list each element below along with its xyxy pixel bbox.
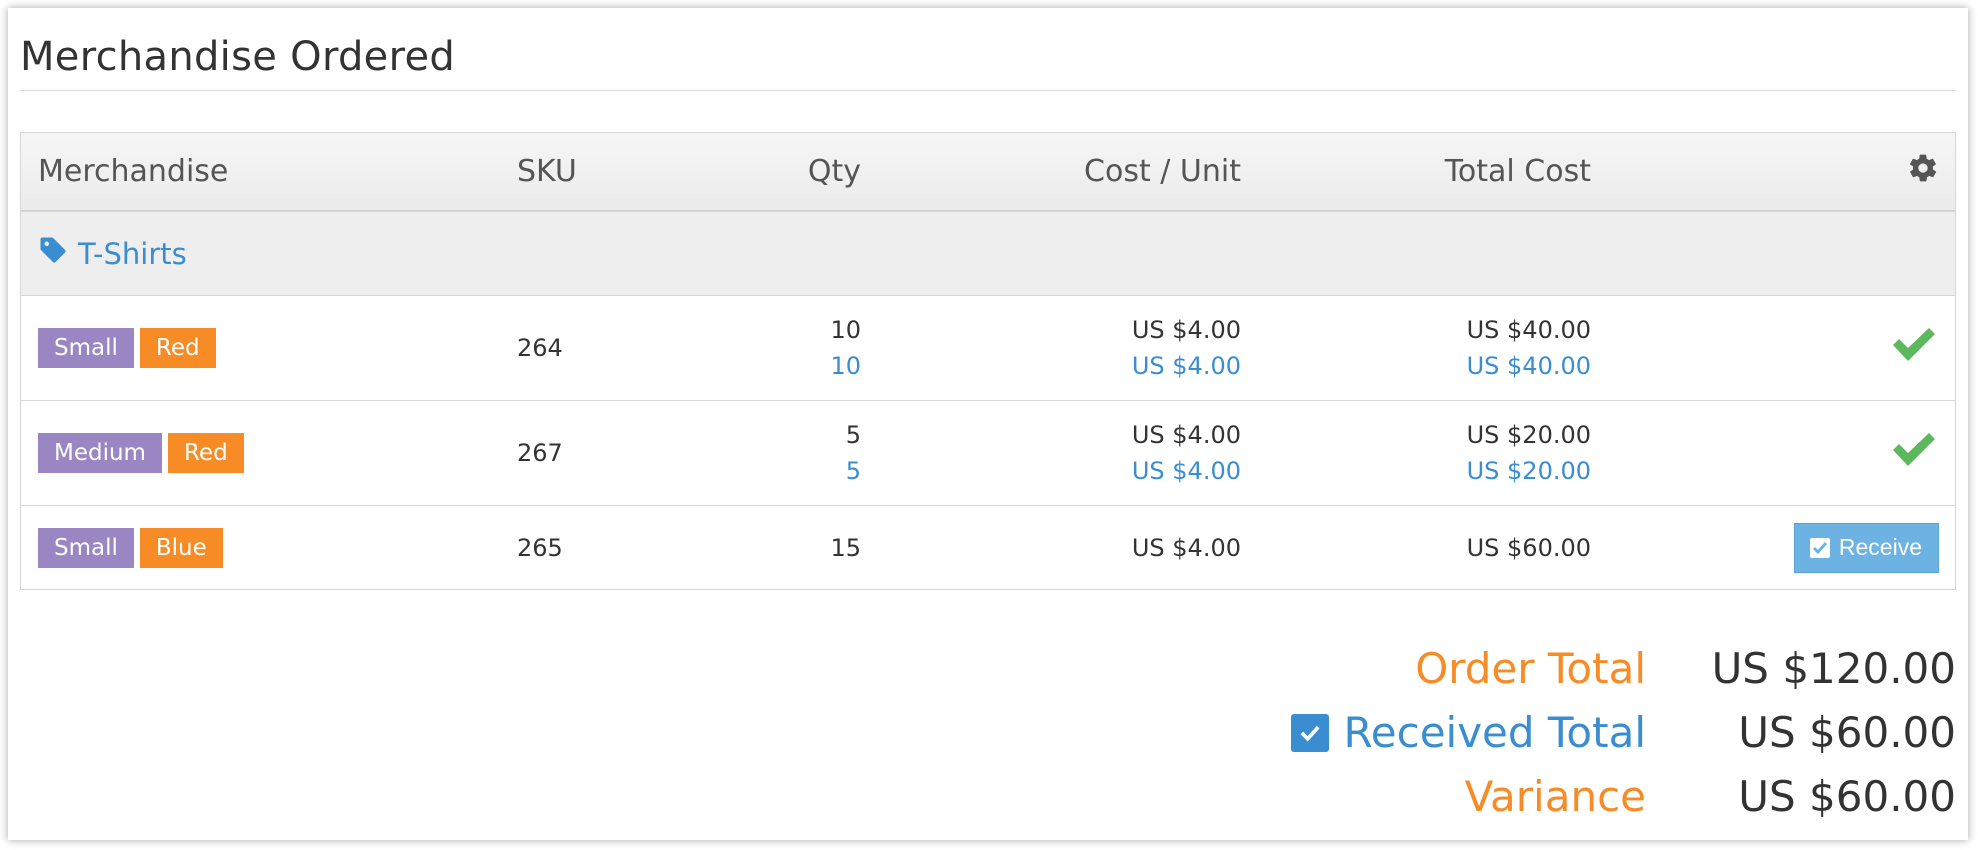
variance-label: Variance	[1464, 772, 1646, 821]
color-badge: Red	[139, 328, 216, 368]
table-header-row: Merchandise SKU Qty Cost / Unit Total Co…	[21, 133, 1955, 211]
total-ordered: US $20.00	[1466, 421, 1591, 449]
sku-cell: 267	[517, 439, 563, 467]
color-badge: Red	[167, 433, 244, 473]
title-divider	[20, 90, 1956, 91]
merchandise-panel: Merchandise Ordered Merchandise SKU Qty …	[20, 8, 1956, 840]
tag-icon	[38, 235, 68, 272]
header-total-cost: Total Cost	[1444, 154, 1591, 189]
cost-received: US $4.00	[1131, 457, 1241, 485]
received-total-value: US $60.00	[1738, 708, 1956, 757]
sku-cell: 265	[517, 533, 563, 562]
header-cost-unit: Cost / Unit	[1084, 154, 1241, 189]
cost-unit-cell: US $4.00 US $4.00	[941, 296, 1241, 400]
totals-summary: Order Total US $120.00 Received Total US…	[1056, 644, 1956, 836]
header-sku: SKU	[517, 154, 577, 189]
total-cost-cell: US $40.00 US $40.00	[1291, 296, 1591, 400]
total-received: US $40.00	[1466, 352, 1591, 380]
order-total-label: Order Total	[1415, 644, 1646, 693]
qty-received: 10	[830, 352, 861, 380]
header-merchandise: Merchandise	[38, 154, 229, 189]
cost-unit-cell: US $4.00	[1131, 533, 1241, 562]
table-row: Small Blue 265 15 US $4.00 US $60.00 Rec…	[21, 505, 1955, 589]
qty-ordered: 10	[830, 316, 861, 344]
group-cell: T-Shirts	[38, 212, 458, 295]
status-cell	[1721, 401, 1939, 505]
cost-ordered: US $4.00	[1131, 421, 1241, 449]
qty-ordered: 5	[845, 421, 861, 449]
merchandise-cell: Small Blue	[38, 506, 458, 589]
checkbox-icon[interactable]	[1291, 713, 1330, 752]
merchandise-cell: Small Red	[38, 296, 458, 400]
sku-cell: 264	[517, 334, 563, 362]
receive-button-label: Receive	[1838, 534, 1922, 560]
total-ordered: US $40.00	[1466, 316, 1591, 344]
group-link-tshirts[interactable]: T-Shirts	[38, 235, 187, 272]
cost-unit-cell: US $4.00 US $4.00	[941, 401, 1241, 505]
cost-received: US $4.00	[1131, 352, 1241, 380]
total-cost-cell: US $60.00	[1466, 533, 1591, 562]
checkbox-icon	[1809, 537, 1831, 559]
merchandise-panel-frame: Merchandise Ordered Merchandise SKU Qty …	[8, 8, 1968, 840]
status-cell: Receive	[1721, 506, 1939, 589]
qty-cell: 10 10	[661, 296, 861, 400]
header-qty: Qty	[807, 154, 861, 189]
received-total-label: Received Total	[1343, 708, 1646, 757]
size-badge: Small	[38, 328, 134, 368]
table-row: Small Red 264 10 10 US $4.00 US $4.00 US…	[21, 295, 1955, 400]
variance-line: Variance US $60.00	[1056, 772, 1956, 836]
settings-button[interactable]	[1721, 133, 1939, 210]
variance-value: US $60.00	[1738, 772, 1956, 821]
color-badge: Blue	[139, 527, 223, 568]
check-icon	[1889, 430, 1939, 476]
order-total-line: Order Total US $120.00	[1056, 644, 1956, 708]
receive-button[interactable]: Receive	[1793, 522, 1939, 573]
total-cost-cell: US $20.00 US $20.00	[1291, 401, 1591, 505]
table-row: Medium Red 267 5 5 US $4.00 US $4.00 US …	[21, 400, 1955, 505]
merchandise-table: Merchandise SKU Qty Cost / Unit Total Co…	[20, 132, 1956, 590]
merchandise-cell: Medium Red	[38, 401, 458, 505]
group-row-tshirts: T-Shirts	[21, 211, 1955, 295]
status-cell	[1721, 296, 1939, 400]
check-icon	[1889, 325, 1939, 371]
page-title: Merchandise Ordered	[20, 34, 456, 80]
total-received: US $20.00	[1466, 457, 1591, 485]
cost-ordered: US $4.00	[1131, 316, 1241, 344]
qty-cell: 5 5	[661, 401, 861, 505]
qty-cell: 15	[830, 533, 861, 562]
order-total-value: US $120.00	[1711, 644, 1956, 693]
qty-received: 5	[845, 457, 861, 485]
received-total-label-group: Received Total	[1291, 708, 1646, 757]
size-badge: Medium	[38, 433, 162, 473]
size-badge: Small	[38, 527, 134, 568]
group-label: T-Shirts	[78, 236, 187, 271]
received-total-line: Received Total US $60.00	[1056, 708, 1956, 772]
gear-icon[interactable]	[1907, 152, 1939, 192]
